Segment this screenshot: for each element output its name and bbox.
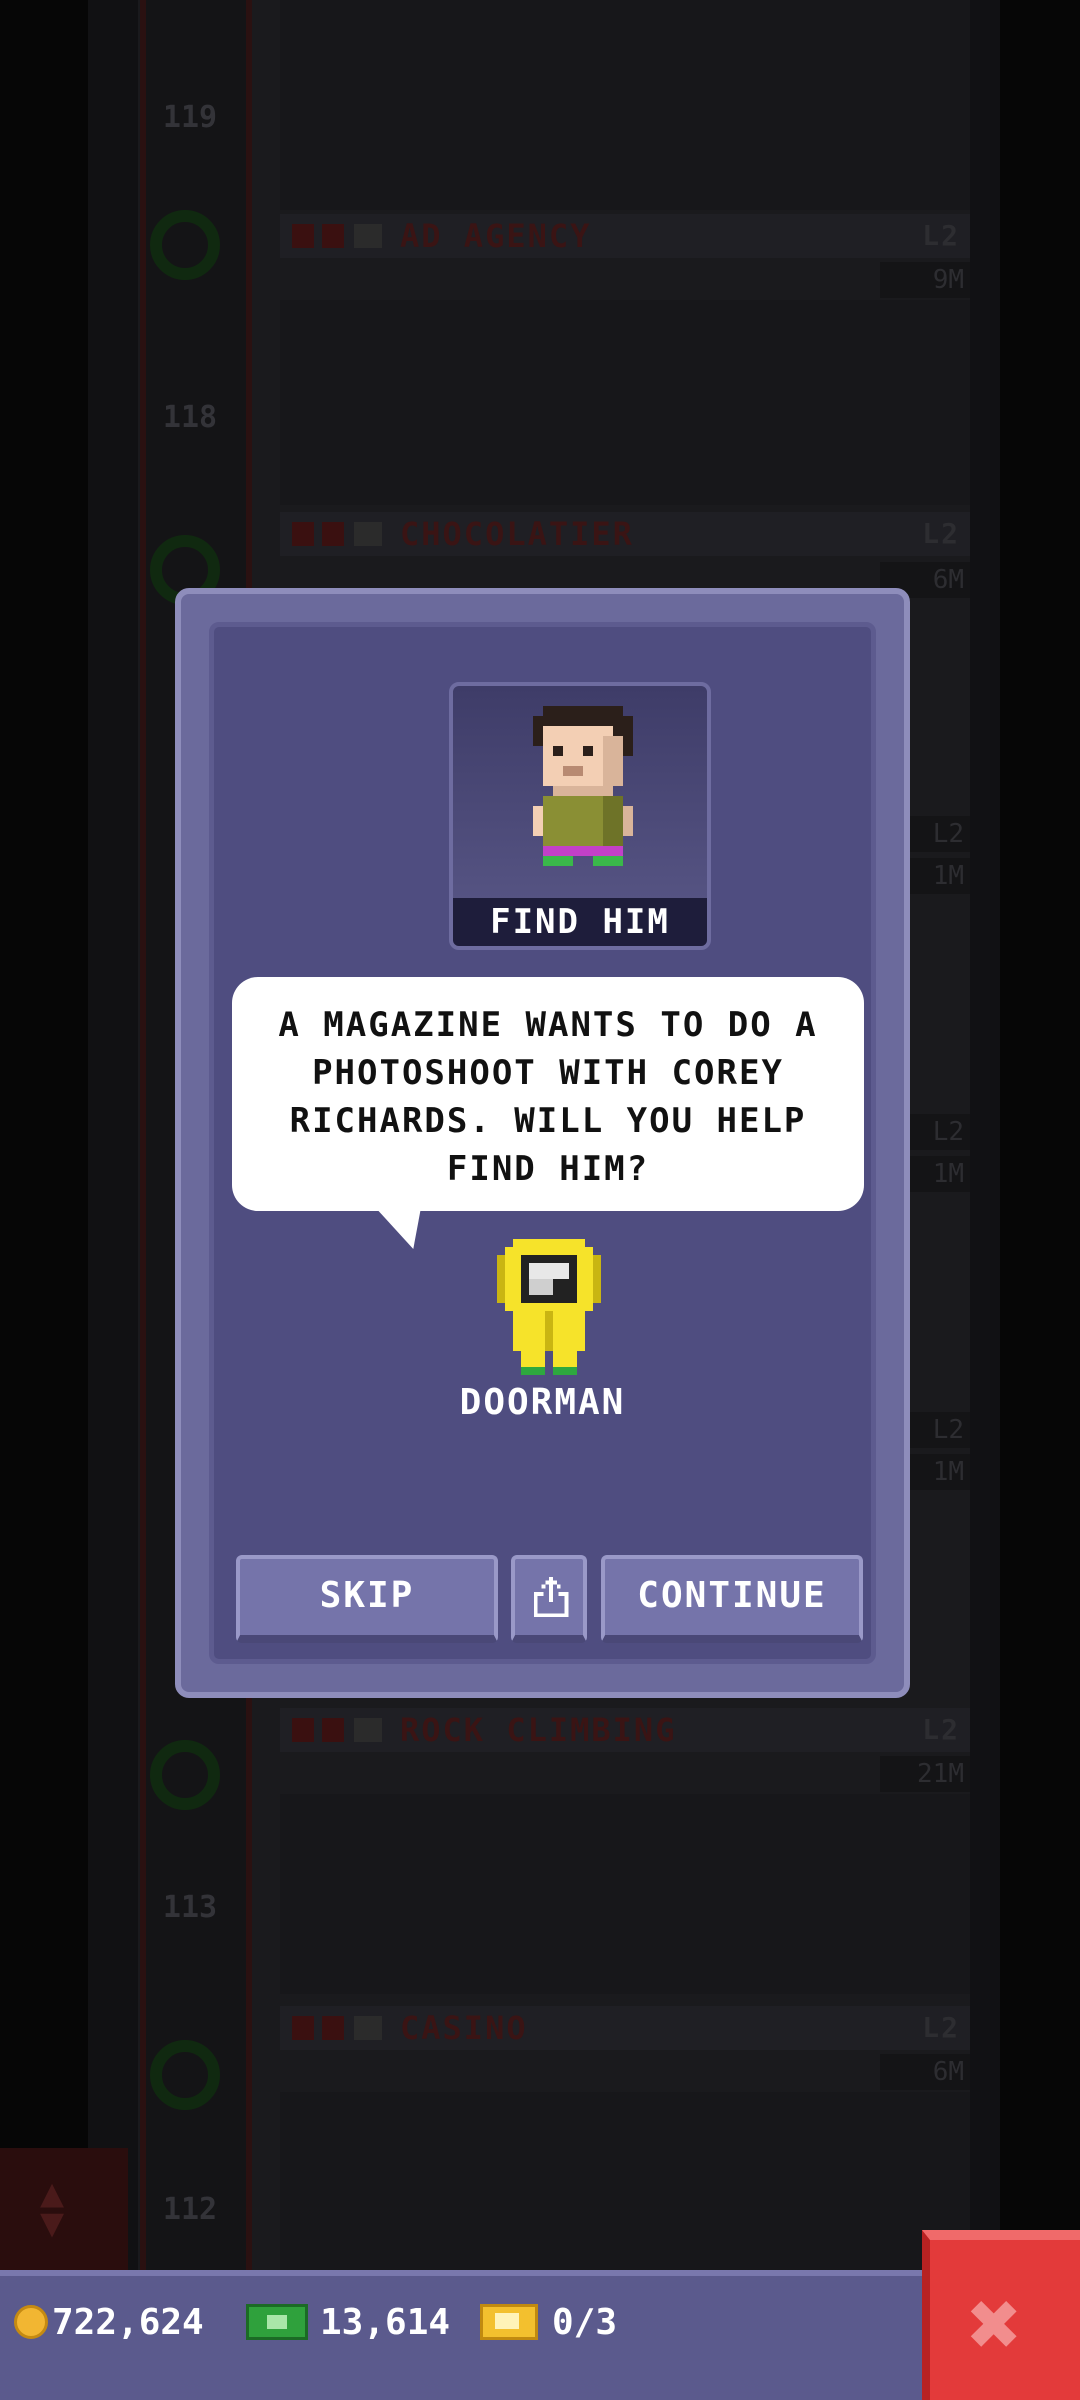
doorman-avatar: [497, 1239, 601, 1375]
speaker-name: DOORMAN: [459, 1382, 626, 1423]
floor-cost: 9M: [880, 262, 970, 298]
floor-status-icons: [292, 1718, 387, 1742]
floor-status-icons: [292, 522, 387, 546]
resource-bar: 722,624 13,614 0/3: [0, 2270, 922, 2400]
floor-header[interactable]: AD AGENCY L2: [280, 214, 970, 258]
floor-name: AD AGENCY: [400, 217, 592, 255]
floor-number: 119: [162, 100, 218, 135]
floor-name: ROCK CLIMBING: [400, 1711, 677, 1749]
elevator-arrows-icon: ▲ ▼: [40, 2170, 65, 2246]
floor-status-icons: [292, 2016, 387, 2040]
floor-level: L2: [922, 1713, 960, 1746]
floor-header[interactable]: CHOCOLATIER L2: [280, 512, 970, 556]
floor-status-icons: [292, 224, 387, 248]
coins-counter[interactable]: 722,624: [14, 2296, 204, 2348]
floor-level: L2: [922, 219, 960, 252]
floor-number: 112: [162, 2192, 218, 2227]
close-icon: ✖: [968, 2272, 1023, 2377]
continue-button[interactable]: CONTINUE: [601, 1555, 863, 1643]
skip-button[interactable]: SKIP: [236, 1555, 498, 1643]
floor-header[interactable]: ROCK CLIMBING L2: [280, 1708, 970, 1752]
wreath-decoration: [150, 210, 220, 280]
bitizen-avatar: [533, 706, 633, 866]
bux-icon: [246, 2304, 308, 2340]
floor-name: CHOCOLATIER: [400, 515, 634, 553]
floor-room: [280, 300, 970, 505]
floor-room: [280, 0, 970, 210]
tickets-value: 0/3: [552, 2301, 618, 2343]
mission-dialog: FIND HIM A MAGAZINE WANTS TO DO A PHOTOS…: [175, 588, 910, 1698]
target-portrait: FIND HIM: [449, 682, 711, 950]
floor-header[interactable]: CASINO L2: [280, 2006, 970, 2050]
share-icon: [533, 1576, 569, 1618]
dialog-panel: FIND HIM A MAGAZINE WANTS TO DO A PHOTOS…: [209, 622, 876, 1664]
speech-text: A MAGAZINE WANTS TO DO A PHOTOSHOOT WITH…: [278, 1005, 818, 1189]
close-button[interactable]: ✖: [922, 2230, 1080, 2400]
floor-room: [280, 2092, 970, 2270]
floor-level: L2: [922, 517, 960, 550]
elevator-control-button[interactable]: ▲ ▼: [0, 2148, 128, 2270]
bux-counter[interactable]: 13,614: [246, 2296, 450, 2348]
floor-cost: 21M: [880, 1756, 970, 1792]
bux-value: 13,614: [320, 2301, 451, 2343]
wreath-decoration: [150, 2040, 220, 2110]
floor-cost: 6M: [880, 2054, 970, 2090]
floor-name: CASINO: [400, 2009, 528, 2047]
wreath-decoration: [150, 1740, 220, 1810]
floor-number: 113: [162, 1890, 218, 1925]
floor-level: L2: [922, 2011, 960, 2044]
floor-room: [280, 1794, 970, 1994]
floor-number: 118: [162, 400, 218, 435]
tower-right-wall: [970, 0, 1000, 2270]
speech-bubble: A MAGAZINE WANTS TO DO A PHOTOSHOOT WITH…: [232, 977, 864, 1211]
tower-left-wall: [88, 0, 138, 2270]
speech-bubble-tail: [376, 1209, 436, 1249]
coin-icon: [14, 2305, 48, 2339]
share-button[interactable]: [511, 1555, 587, 1643]
portrait-caption: FIND HIM: [453, 898, 707, 946]
tickets-counter[interactable]: 0/3: [480, 2296, 617, 2348]
coins-value: 722,624: [52, 2301, 204, 2343]
ticket-icon: [480, 2304, 538, 2340]
